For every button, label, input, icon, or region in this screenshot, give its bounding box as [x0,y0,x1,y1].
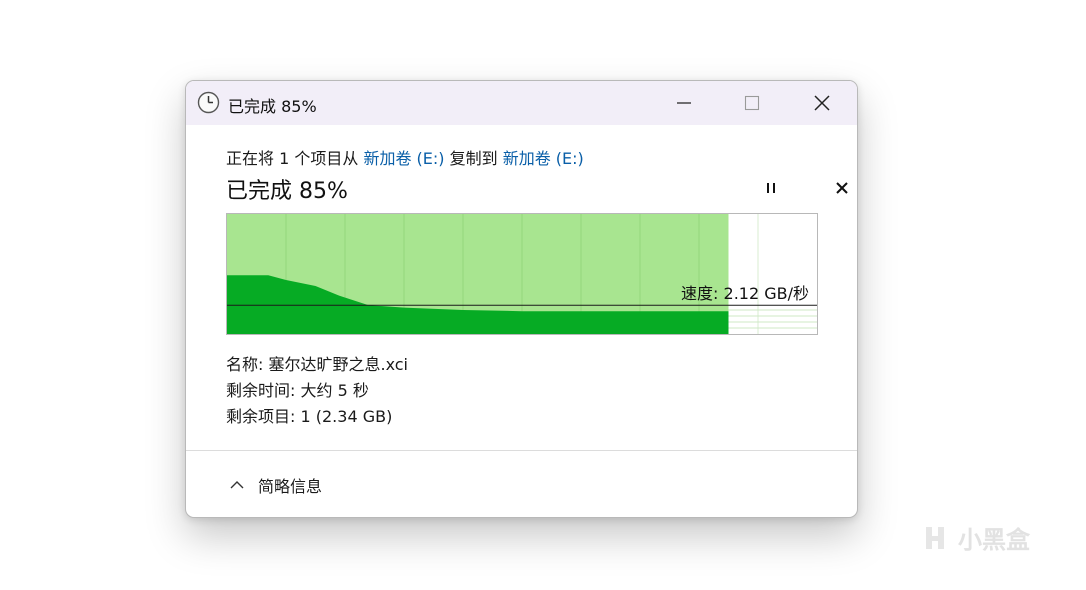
file-name: 塞尔达旷野之息.xci [268,355,409,374]
pause-icon [767,183,775,193]
watermark-text: 小黑盒 [958,526,1030,554]
copy-middle: 复制到 [444,149,503,168]
cancel-icon [836,182,848,194]
items-label: 剩余项目: [226,407,301,426]
watermark-logo-icon [926,526,944,549]
progress-percent: 已完成 85% [226,179,348,204]
name-label: 名称: [226,355,269,374]
time-label: 剩余时间: [226,381,301,400]
maximize-button[interactable] [717,81,787,125]
copy-description: 正在将 1 个项目从 新加卷 (E:) 复制到 新加卷 (E:) [226,145,584,169]
speed-graph-canvas [227,214,817,334]
chevron-up-icon [230,481,244,489]
speed-graph: 速度: 2.12 GB/秒 [226,213,818,335]
destination-link[interactable]: 新加卷 (E:) [503,149,584,168]
details-panel: 名称: 塞尔达旷野之息.xci 剩余时间: 大约 5 秒 剩余项目: 1 (2.… [226,352,408,430]
cancel-button[interactable] [829,177,855,199]
name-row: 名称: 塞尔达旷野之息.xci [226,352,408,378]
window-title: 已完成 85% [228,97,317,116]
minimize-icon [677,102,691,104]
pause-button[interactable] [758,177,784,199]
source-link[interactable]: 新加卷 (E:) [363,149,444,168]
clock-icon [197,91,220,114]
site-watermark: 小黑盒 [920,520,1030,555]
time-row: 剩余时间: 大约 5 秒 [226,378,408,404]
title-bar[interactable]: 已完成 85% [186,81,857,125]
copy-prefix: 正在将 1 个项目从 [226,149,364,168]
fewer-details-toggle[interactable]: 简略信息 [230,473,322,497]
time-remaining: 大约 5 秒 [300,381,369,400]
copy-progress-dialog: 已完成 85% 正在将 1 个项目从 新加卷 (E:) 复制到 新加卷 (E:)… [185,80,858,518]
items-remaining: 1 (2.34 GB) [300,407,393,426]
speed-label: 速度: 2.12 GB/秒 [681,284,809,303]
footer-divider [186,450,857,451]
fewer-details-label: 简略信息 [258,477,323,496]
close-icon [814,95,830,111]
items-row: 剩余项目: 1 (2.34 GB) [226,404,408,430]
minimize-button[interactable] [649,81,719,125]
maximize-icon [744,95,760,111]
close-window-button[interactable] [787,81,857,125]
